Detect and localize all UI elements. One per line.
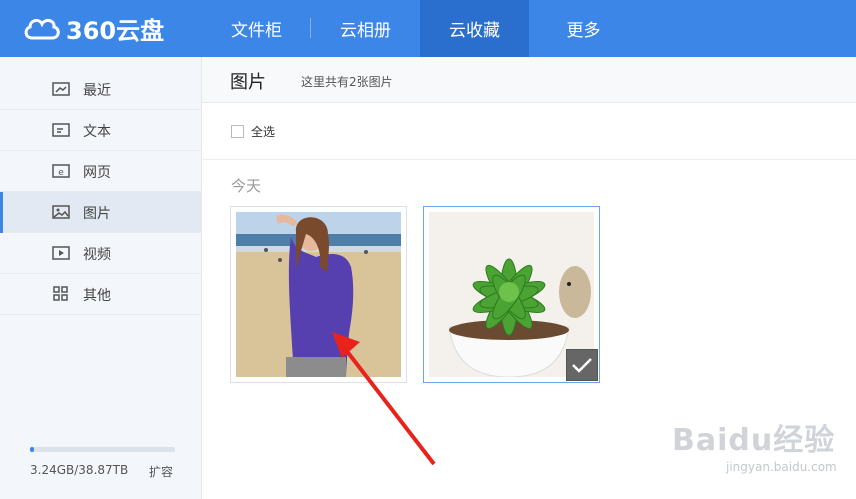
nav-label: 云相册	[340, 21, 391, 41]
logo[interactable]: 360云盘	[22, 10, 164, 46]
item-count: 这里共有2张图片	[301, 75, 393, 89]
nav-cloud-favorites[interactable]: 云收藏	[420, 0, 529, 57]
baidu-watermark: Baidu经验 jingyan.baidu.com	[672, 405, 852, 480]
video-icon	[52, 246, 70, 260]
sidebar-item-label: 其他	[83, 288, 111, 304]
other-icon	[53, 286, 68, 301]
sidebar-item-label: 网页	[83, 165, 111, 181]
nav-cloud-album[interactable]: 云相册	[311, 0, 420, 57]
storage-quota-bar	[30, 447, 175, 452]
nav-label: 文件柜	[231, 21, 282, 41]
expand-storage-link[interactable]: 扩容	[149, 463, 173, 480]
cloud-logo-icon	[24, 18, 60, 40]
nav-label: 云收藏	[449, 21, 500, 41]
select-all-label[interactable]: 全选	[251, 123, 275, 140]
sidebar-item-label: 最近	[83, 83, 111, 99]
sidebar-item-images[interactable]: 图片	[0, 192, 201, 233]
sidebar-item-label: 图片	[83, 206, 111, 222]
recent-icon	[52, 82, 70, 96]
web-icon: e	[52, 164, 70, 178]
sidebar-item-video[interactable]: 视频	[0, 233, 201, 274]
annotation-arrow	[332, 332, 436, 466]
image-icon	[52, 205, 70, 219]
selected-check-icon[interactable]	[566, 349, 598, 381]
main-nav: 文件柜 云相册 云收藏 更多	[202, 0, 638, 57]
sidebar-item-label: 文本	[83, 124, 111, 140]
sidebar-item-web[interactable]: e 网页	[0, 151, 201, 192]
date-group-label: 今天	[231, 177, 262, 195]
photo-thumbnail-selected[interactable]	[423, 206, 600, 383]
top-bar: 360云盘 文件柜 云相册 云收藏 更多	[0, 0, 856, 57]
select-all-checkbox[interactable]	[231, 125, 244, 138]
svg-text:e: e	[58, 168, 64, 178]
nav-file-cabinet[interactable]: 文件柜	[202, 0, 311, 57]
sidebar-item-text[interactable]: 文本	[0, 110, 201, 151]
sidebar-item-label: 视频	[83, 247, 111, 263]
text-icon	[52, 123, 70, 137]
select-all-row: 全选	[202, 103, 856, 160]
content-header: 图片 这里共有2张图片	[202, 57, 856, 103]
nav-more[interactable]: 更多	[529, 0, 638, 57]
logo-text: 360云盘	[66, 16, 165, 45]
sidebar-item-recent[interactable]: 最近	[0, 69, 201, 110]
sidebar-item-other[interactable]: 其他	[0, 274, 201, 315]
watermark-logo-text: Baidu经验	[672, 423, 836, 458]
storage-quota-text: 3.24GB/38.87TB	[30, 463, 129, 477]
nav-label: 更多	[566, 21, 601, 41]
storage-quota-fill	[30, 447, 35, 452]
watermark-url: jingyan.baidu.com	[726, 460, 837, 474]
page-title: 图片	[230, 72, 266, 93]
sidebar: 最近 文本 e 网页 图片 视频 其他	[0, 57, 202, 499]
